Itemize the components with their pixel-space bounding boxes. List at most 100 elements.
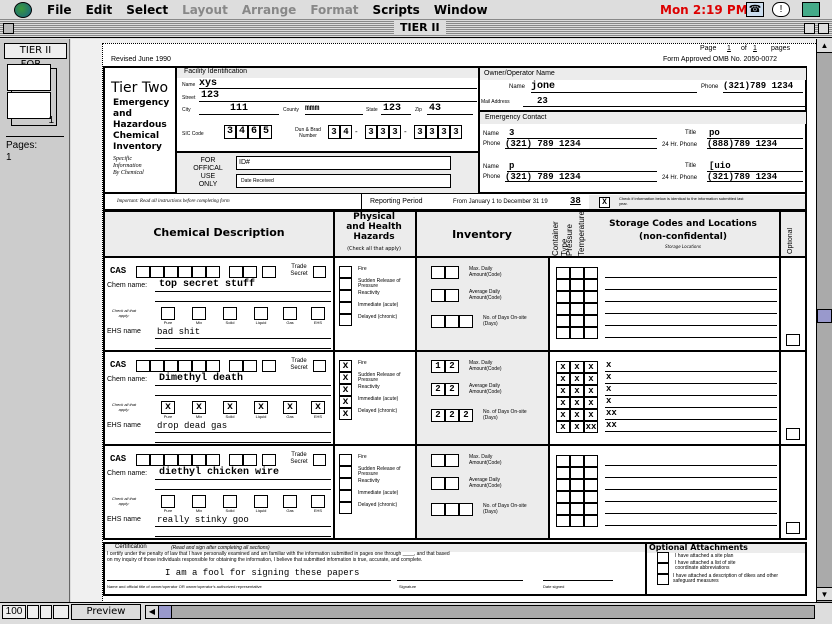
menu-window[interactable]: Window [434, 3, 488, 17]
storage-code-cell[interactable] [584, 503, 598, 515]
scroll-down-arrow[interactable]: ▼ [817, 587, 832, 601]
storage-code-cell[interactable] [584, 315, 598, 327]
cas-digit-box[interactable] [178, 454, 192, 466]
storage-code-cell[interactable]: x [570, 409, 584, 421]
storage-location-field[interactable]: x [606, 360, 611, 370]
inventory-max-box[interactable] [431, 454, 445, 467]
inventory-avg-box[interactable] [445, 289, 459, 302]
app-switcher-icon[interactable] [802, 2, 820, 17]
dun-digit-box[interactable]: 3 [389, 125, 401, 139]
menu-arrange[interactable]: Arrange [242, 3, 297, 17]
optional-checkbox[interactable] [786, 428, 800, 440]
storage-code-cell[interactable]: x [570, 397, 584, 409]
close-box[interactable] [3, 23, 14, 34]
storage-code-cell[interactable] [584, 479, 598, 491]
cas-digit-box[interactable] [164, 360, 178, 372]
storage-location-field[interactable]: xx [606, 408, 617, 418]
hazard-checkbox[interactable] [339, 278, 352, 290]
storage-code-cell[interactable]: x [570, 361, 584, 373]
storage-code-cell[interactable] [570, 327, 584, 339]
signer-name-field[interactable]: I am a fool for signing these papers [165, 568, 359, 578]
attach-coordinates-checkbox[interactable] [657, 563, 669, 574]
hazard-checkbox[interactable]: x [339, 396, 352, 408]
storage-location-field[interactable]: x [606, 396, 611, 406]
inventory-max-box[interactable] [445, 454, 459, 467]
dun-digit-box[interactable]: 3 [426, 125, 438, 139]
type-checkbox-ehs[interactable] [311, 307, 325, 320]
storage-code-cell[interactable] [584, 303, 598, 315]
storage-code-cell[interactable] [556, 291, 570, 303]
storage-code-cell[interactable] [570, 515, 584, 527]
storage-code-cell[interactable] [584, 279, 598, 291]
storage-code-cell[interactable] [584, 491, 598, 503]
storage-code-cell[interactable]: x [556, 397, 570, 409]
apple-globe-icon[interactable] [14, 1, 32, 18]
cas-digit-box[interactable] [164, 454, 178, 466]
storage-code-cell[interactable]: x [584, 397, 598, 409]
contact-title-field[interactable]: [uio [709, 161, 731, 171]
cas-digit-box[interactable] [229, 454, 243, 466]
window-title-bar[interactable]: TIER II [0, 20, 832, 38]
dun-digit-box[interactable]: 3 [328, 125, 340, 139]
date-received-field[interactable]: Date Received [236, 174, 451, 188]
dun-digit-box[interactable]: 3 [438, 125, 450, 139]
hazard-checkbox[interactable]: x [339, 384, 352, 396]
cas-digit-box[interactable] [243, 266, 257, 278]
inventory-avg-box[interactable]: 2 [445, 383, 459, 396]
menu-clock[interactable]: Mon 2:19 PM [660, 3, 748, 17]
zoom-box[interactable] [804, 23, 815, 34]
chem-name-field[interactable]: Dimethyl death [159, 373, 243, 384]
contact-title-field[interactable]: po [709, 128, 720, 138]
storage-code-cell[interactable]: x [584, 361, 598, 373]
optional-checkbox[interactable] [786, 522, 800, 534]
owner-name-field[interactable]: jone [531, 81, 555, 92]
storage-code-cell[interactable] [570, 279, 584, 291]
inventory-days-box[interactable] [445, 315, 459, 328]
cas-digit-box[interactable] [243, 454, 257, 466]
dun-digit-box[interactable]: 3 [414, 125, 426, 139]
storage-code-cell[interactable] [556, 315, 570, 327]
status-area-toggle-icon[interactable] [53, 605, 69, 619]
street-field[interactable]: 123 [201, 90, 219, 101]
inventory-days-box[interactable]: 2 [459, 409, 473, 422]
inventory-days-box[interactable] [459, 315, 473, 328]
inventory-max-box[interactable] [431, 266, 445, 279]
zoom-out-icon[interactable] [27, 605, 39, 619]
phone-icon[interactable]: ☎ [746, 2, 764, 17]
cas-digit-box[interactable] [206, 266, 220, 278]
dun-digit-box[interactable]: 3 [365, 125, 377, 139]
contact-name-field[interactable]: 3 [509, 128, 514, 138]
storage-location-field[interactable]: x [606, 384, 611, 394]
type-checkbox-gas[interactable] [283, 307, 297, 320]
inventory-max-box[interactable]: 1 [431, 360, 445, 373]
cas-digit-box[interactable] [178, 266, 192, 278]
storage-code-cell[interactable] [556, 267, 570, 279]
hazard-checkbox[interactable] [339, 454, 352, 466]
type-checkbox-pure[interactable] [161, 307, 175, 320]
storage-code-cell[interactable] [556, 491, 570, 503]
storage-code-cell[interactable] [570, 491, 584, 503]
scroll-left-arrow[interactable]: ◀ [146, 606, 158, 618]
identical-checkbox[interactable]: X [599, 197, 610, 208]
page-number[interactable]: 1 [727, 45, 731, 52]
vertical-scrollbar[interactable]: ▲ ▼ [816, 39, 832, 602]
type-checkbox-liquid[interactable] [254, 307, 268, 320]
storage-code-cell[interactable] [570, 303, 584, 315]
storage-code-cell[interactable] [556, 279, 570, 291]
storage-code-cell[interactable] [556, 479, 570, 491]
chem-name-field[interactable]: top secret stuff [159, 279, 255, 290]
cas-digit-box[interactable] [229, 266, 243, 278]
storage-code-cell[interactable]: x [556, 361, 570, 373]
dun-digit-box[interactable]: 4 [340, 125, 352, 139]
horizontal-scrollbar[interactable]: ◀ [145, 605, 815, 619]
page-total[interactable]: 1 [753, 45, 757, 52]
inventory-avg-box[interactable] [445, 477, 459, 490]
storage-code-cell[interactable] [584, 515, 598, 527]
storage-code-cell[interactable]: x [556, 409, 570, 421]
hazard-checkbox[interactable] [339, 502, 352, 514]
storage-code-cell[interactable]: x [584, 409, 598, 421]
inventory-days-box[interactable]: 2 [445, 409, 459, 422]
sic-digit-box[interactable]: 3 [224, 125, 236, 139]
storage-code-cell[interactable]: xx [584, 421, 598, 433]
type-checkbox-pure[interactable] [161, 495, 175, 508]
